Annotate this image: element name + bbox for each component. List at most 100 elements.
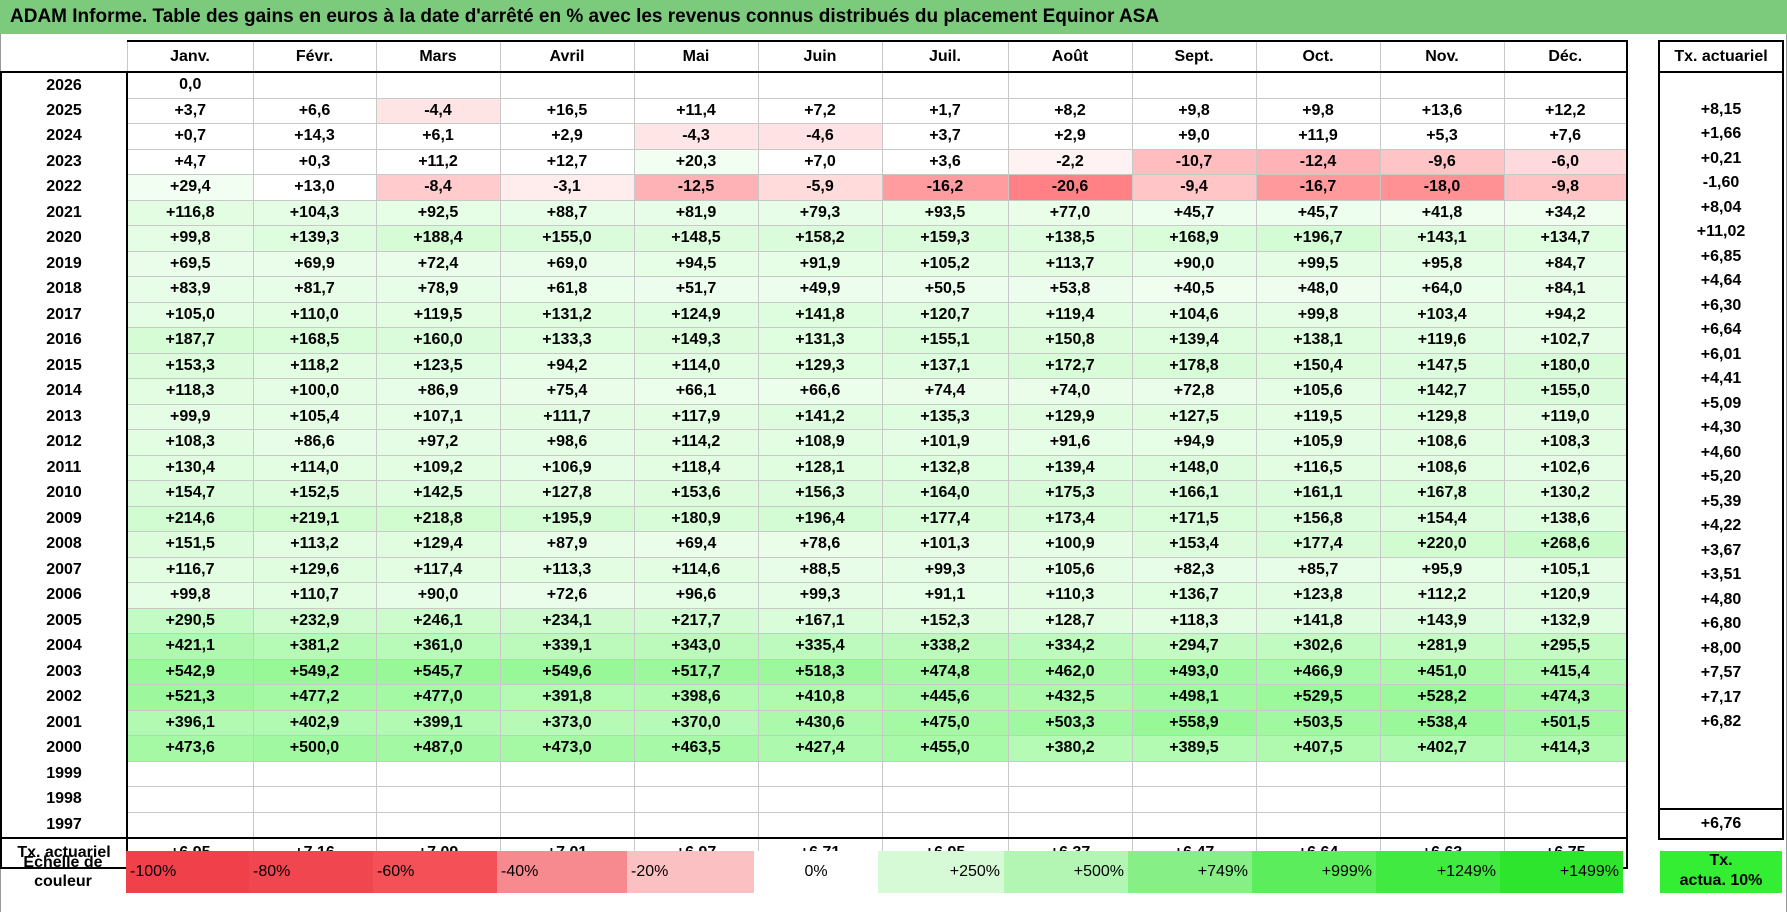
gain-cell: +61,8	[499, 276, 635, 303]
gain-cell: +113,7	[1007, 250, 1133, 277]
month-header: Oct.	[1255, 40, 1380, 73]
gain-cell: +81,7	[252, 276, 377, 303]
gain-cell: +148,5	[633, 225, 759, 252]
gain-cell: +99,8	[126, 582, 254, 609]
gain-cell: +477,2	[252, 684, 377, 711]
gain-cell: +451,0	[1379, 658, 1505, 685]
gain-cell: +558,9	[1131, 709, 1257, 736]
page-title: ADAM Informe. Table des gains en euros à…	[0, 0, 1787, 34]
gain-cell: +133,3	[499, 327, 635, 354]
legend-swatch: -20%	[627, 851, 754, 893]
gain-cell: +94,2	[1503, 301, 1628, 328]
gain-cell: +94,9	[1131, 429, 1257, 456]
row-tx-cell: +8,00	[1658, 636, 1784, 661]
gain-cell: +132,8	[881, 454, 1009, 481]
gain-cell	[1007, 760, 1133, 787]
gain-cell: +487,0	[375, 735, 501, 762]
gain-cell: +339,1	[499, 633, 635, 660]
gain-cell: +114,0	[633, 352, 759, 379]
gain-cell: -3,1	[499, 174, 635, 201]
table-row: 2009 +214,6 +219,1 +218,8 +195,9 +180,9 +196,4…	[0, 505, 1628, 532]
legend-swatch: +1499%	[1500, 851, 1623, 893]
gain-cell: +85,7	[1255, 556, 1381, 583]
gain-cell: +1,7	[881, 97, 1009, 124]
gain-cell: +20,3	[633, 148, 759, 175]
row-tx-cell: -1,60	[1658, 171, 1784, 196]
gain-cell: +396,1	[126, 709, 254, 736]
gain-cell: +141,8	[1255, 607, 1381, 634]
gain-cell	[881, 786, 1009, 813]
gain-cell: +72,8	[1131, 378, 1257, 405]
legend-swatch: -80%	[249, 851, 373, 893]
row-tx-cell: +6,01	[1658, 342, 1784, 367]
row-tx-cell	[1658, 783, 1784, 810]
gain-cell: +81,9	[633, 199, 759, 226]
gain-cell: +234,1	[499, 607, 635, 634]
gain-cell: +294,7	[1131, 633, 1257, 660]
gain-cell: +399,1	[375, 709, 501, 736]
gain-cell: +94,5	[633, 250, 759, 277]
legend-label: Echelle de couleur	[23, 854, 103, 890]
table-row: 2008 +151,5 +113,2 +129,4 +87,9 +69,4 +78,6 +10…	[0, 531, 1628, 558]
gain-cell	[881, 71, 1009, 99]
year-label: 2008	[0, 531, 128, 557]
gain-cell: +220,0	[1379, 531, 1505, 558]
gain-cell: +105,0	[126, 301, 254, 328]
gain-cell: +101,9	[881, 429, 1009, 456]
gain-cell: +116,8	[126, 199, 254, 226]
row-tx-cell: +4,64	[1658, 269, 1784, 294]
year-label: 2014	[0, 378, 128, 404]
gain-cell: +139,4	[1007, 454, 1133, 481]
gain-cell: +107,1	[375, 403, 501, 430]
gain-cell: +6,1	[375, 123, 501, 150]
row-tx-cell: +6,64	[1658, 318, 1784, 343]
gain-cell: +141,2	[757, 403, 883, 430]
row-tx-cell: +6,80	[1658, 612, 1784, 637]
gain-cell: -16,2	[881, 174, 1009, 201]
gain-cell: +3,7	[881, 123, 1009, 150]
table-row: 2017 +105,0 +110,0 +119,5 +131,2 +124,9 +141,8…	[0, 301, 1628, 328]
gain-cell: +155,1	[881, 327, 1009, 354]
gain-cell	[757, 786, 883, 813]
gain-cell	[1255, 786, 1381, 813]
year-label: 2022	[0, 174, 128, 200]
gain-cell: +391,8	[499, 684, 635, 711]
gain-cell	[126, 786, 254, 813]
gain-cell: +130,2	[1503, 480, 1628, 507]
gain-cell: +168,9	[1131, 225, 1257, 252]
gain-cell: +159,3	[881, 225, 1009, 252]
actuarial-rate-column: Tx. actuariel +8,15 +1,66 +0,21 -1,60 +8,04 +…	[1658, 40, 1784, 840]
table-row: 2019 +69,5 +69,9 +72,4 +69,0 +94,5 +91,9 +105,2…	[0, 250, 1628, 277]
gain-cell: +180,0	[1503, 352, 1628, 379]
gain-cell: +474,8	[881, 658, 1009, 685]
month-header: Avril	[499, 40, 634, 73]
gain-cell: +528,2	[1379, 684, 1505, 711]
gain-cell: +105,6	[1255, 378, 1381, 405]
gain-cell: +361,0	[375, 633, 501, 660]
gain-cell	[1503, 786, 1628, 813]
gain-cell: +290,5	[126, 607, 254, 634]
gain-cell: +455,0	[881, 735, 1009, 762]
gain-cell: +114,6	[633, 556, 759, 583]
gain-cell: +128,7	[1007, 607, 1133, 634]
table-row: 2023 +4,7 +0,3 +11,2 +12,7 +20,3 +7,0 +3,6 -2,2-…	[0, 148, 1628, 175]
gain-cell	[1255, 760, 1381, 787]
gain-cell: +97,2	[375, 429, 501, 456]
row-tx-cell: +4,60	[1658, 440, 1784, 465]
table-row: 2013 +99,9 +105,4 +107,1 +111,7 +117,9 +141,2 +…	[0, 403, 1628, 430]
gain-cell	[375, 71, 501, 99]
month-header: Mai	[633, 40, 758, 73]
gain-cell: +380,2	[1007, 735, 1133, 762]
gain-cell: +95,9	[1379, 556, 1505, 583]
month-header: Août	[1007, 40, 1132, 73]
gain-cell	[1007, 811, 1133, 839]
gain-cell	[633, 786, 759, 813]
table-row: 2004 +421,1 +381,2 +361,0 +339,1 +343,0 +335,4…	[0, 633, 1628, 660]
table-row: 2018 +83,9 +81,7 +78,9 +61,8 +51,7 +49,9 +50,5 +…	[0, 276, 1628, 303]
year-label: 2013	[0, 404, 128, 430]
gain-cell	[375, 760, 501, 787]
gain-cell: +66,1	[633, 378, 759, 405]
year-label: 2003	[0, 659, 128, 685]
gain-cell: +139,3	[252, 225, 377, 252]
gain-cell: +124,9	[633, 301, 759, 328]
